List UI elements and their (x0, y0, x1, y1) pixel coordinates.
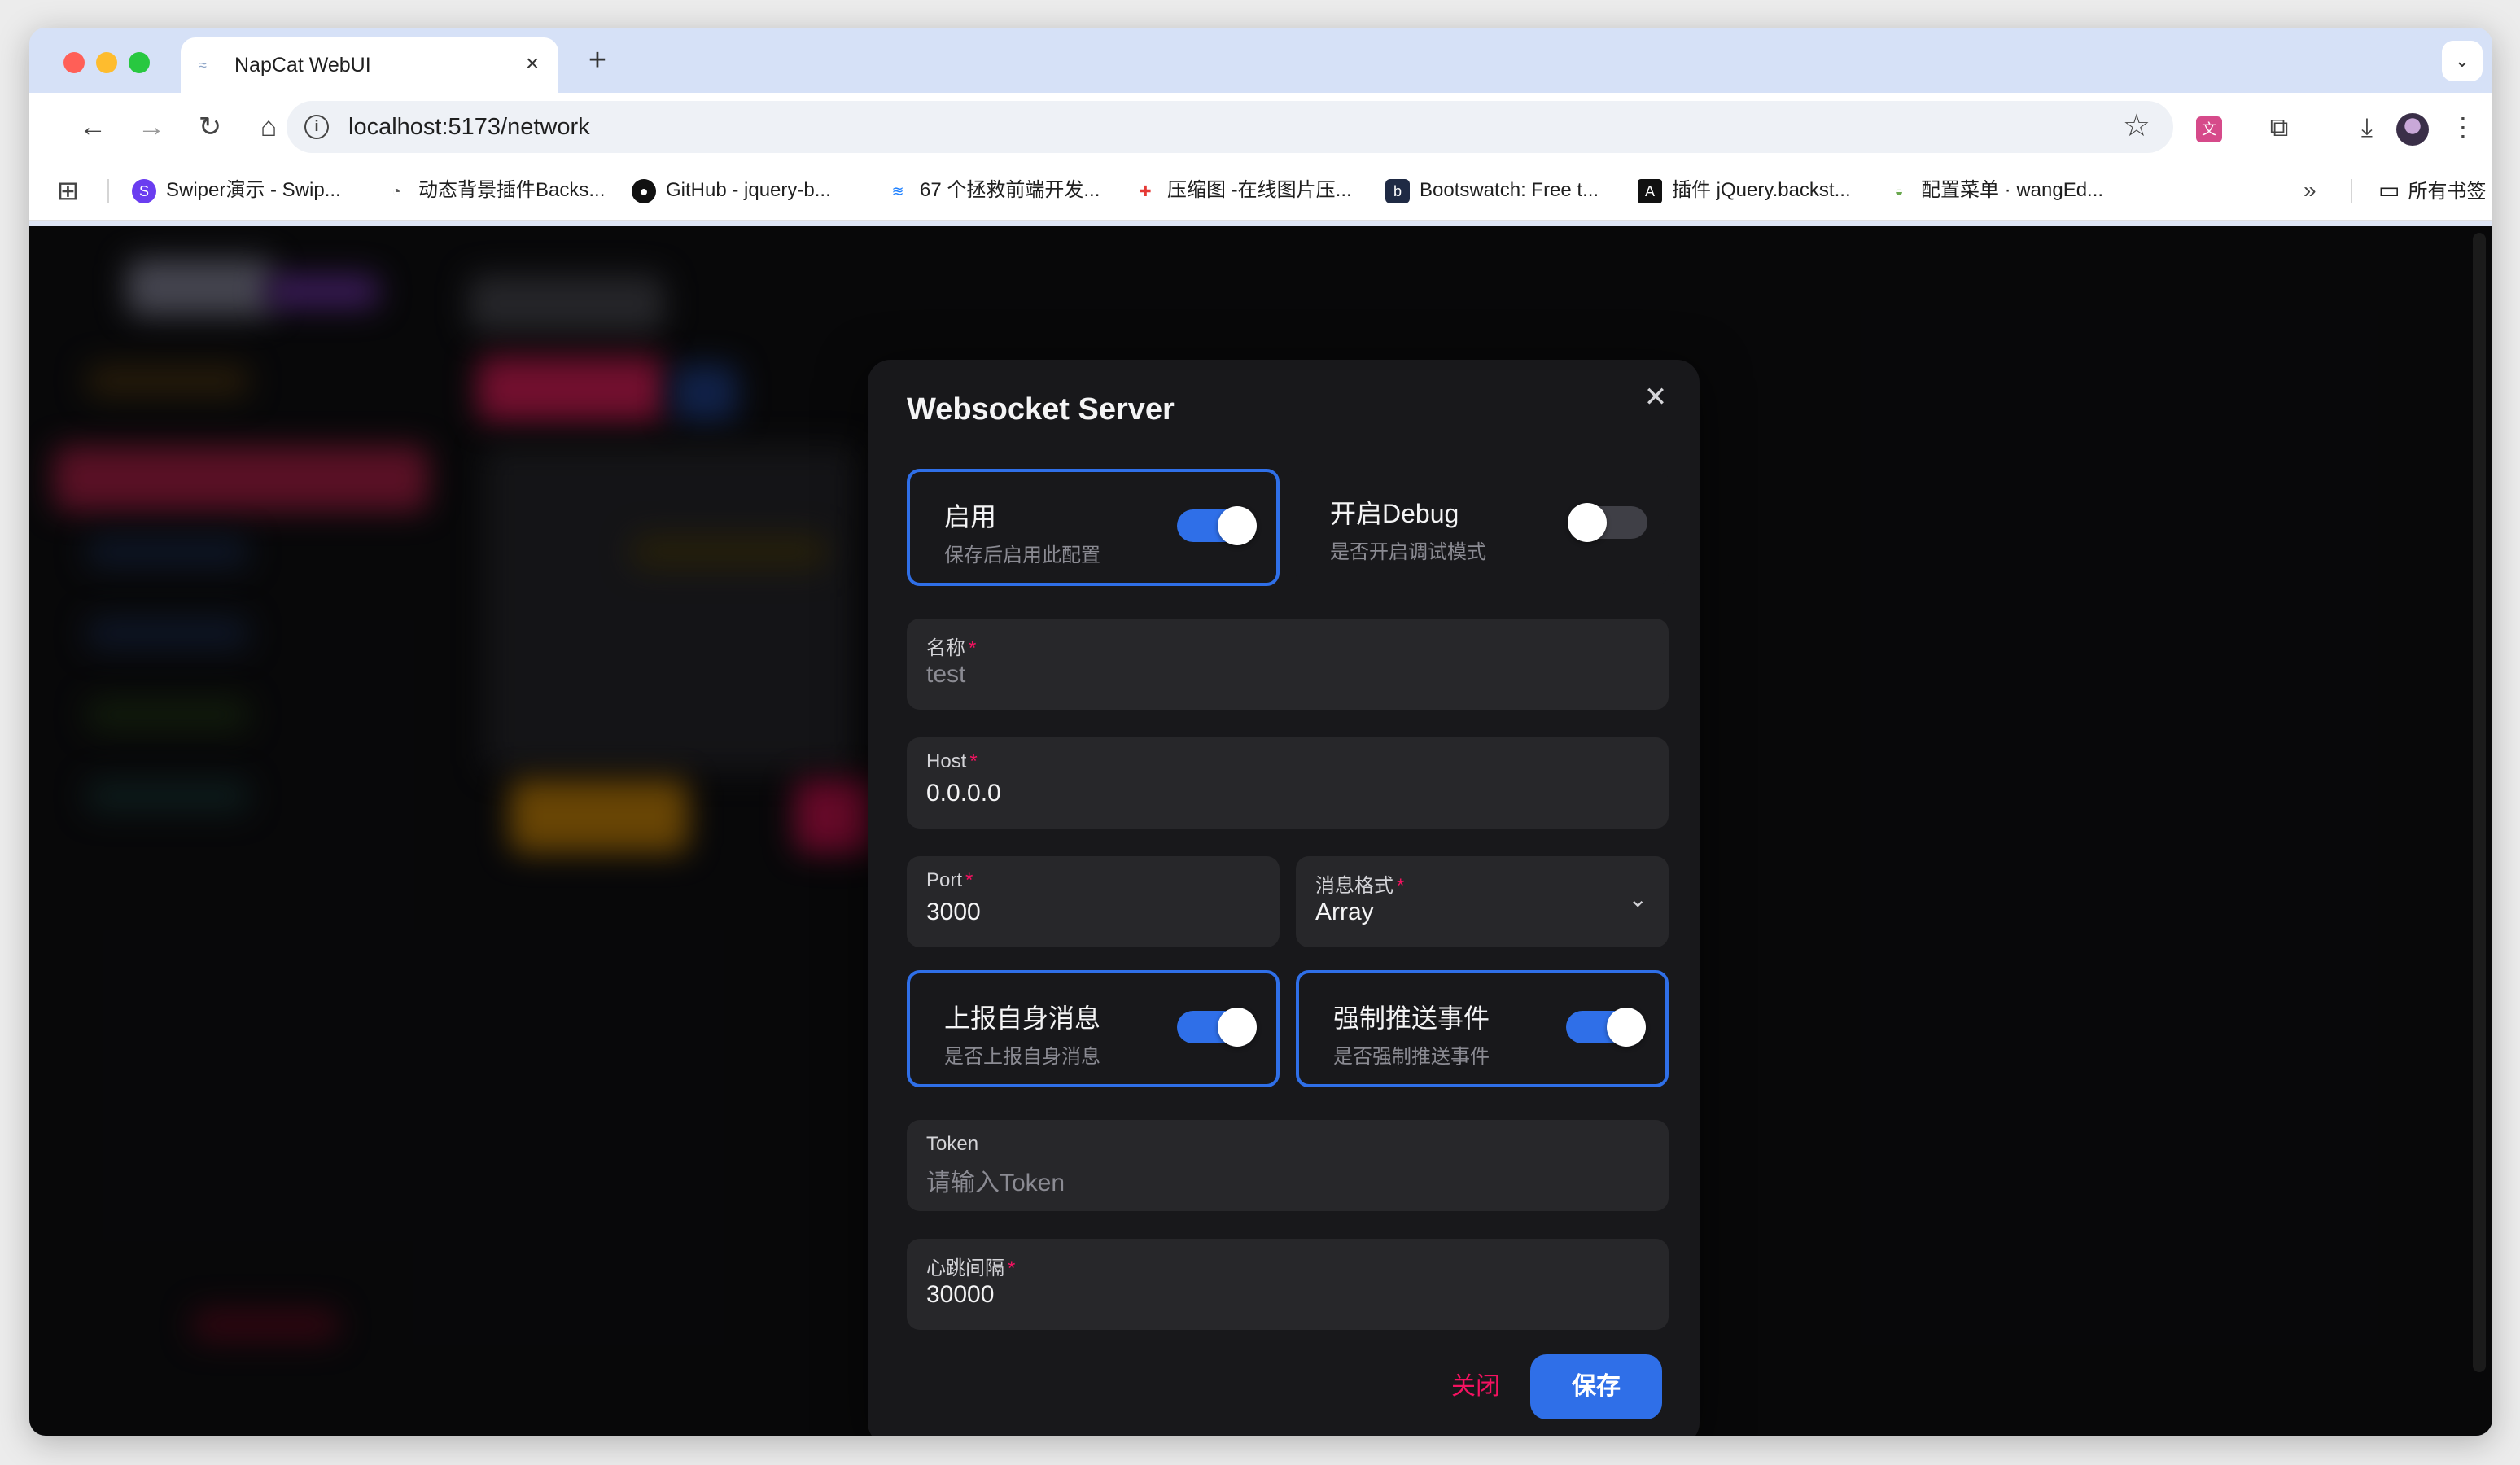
github-icon: ● (632, 178, 656, 203)
toggle-knob (1218, 506, 1257, 545)
new-tab-button[interactable]: + (580, 44, 615, 80)
close-window-button[interactable] (63, 52, 85, 73)
bookmark-item[interactable]: b Bootswatch: Free t... (1385, 176, 1599, 205)
modal-title: Websocket Server (907, 392, 1175, 426)
name-label: 名称 * (926, 637, 977, 659)
name-field[interactable]: 名称 * test (907, 619, 1669, 710)
enable-title: 启用 (944, 502, 997, 531)
browser-toolbar: ← → ↻ ⌂ i localhost:5173/network ☆ 文 ⧉ ⤓… (29, 93, 2492, 161)
juejin-icon: ≋ (886, 178, 910, 203)
bookmark-separator (2351, 179, 2352, 203)
a-icon: A (1638, 178, 1662, 203)
apps-grid-icon[interactable]: ⊞ (57, 176, 90, 205)
message-format-label: 消息格式 * (1315, 875, 1405, 897)
host-label: Host * (926, 750, 978, 772)
debug-title: 开启Debug (1330, 499, 1459, 528)
more-menu-icon[interactable]: ⋮ (2443, 107, 2483, 146)
heartbeat-field[interactable]: 心跳间隔 * 30000 (907, 1239, 1669, 1330)
close-icon[interactable]: ✕ (1636, 378, 1675, 417)
maximize-window-button[interactable] (129, 52, 150, 73)
message-format-select[interactable]: 消息格式 * Array ⌄ (1296, 856, 1669, 947)
napcat-favicon-icon: ≈ (199, 57, 207, 73)
site-info-icon[interactable]: i (304, 115, 329, 139)
browser-tab[interactable]: ≈ NapCat WebUI × (181, 37, 558, 93)
port-label: Port * (926, 869, 973, 891)
heartbeat-label: 心跳间隔 * (926, 1257, 1016, 1279)
force-push-title: 强制推送事件 (1333, 1004, 1490, 1033)
folder-icon: ▭ (2378, 177, 2400, 203)
debug-desc: 是否开启调试模式 (1330, 541, 1486, 563)
back-icon[interactable]: ← (72, 106, 114, 148)
host-field[interactable]: Host * 0.0.0.0 (907, 737, 1669, 829)
report-self-title: 上报自身消息 (944, 1004, 1101, 1033)
report-self-toggle[interactable] (1177, 1008, 1257, 1047)
message-format-value[interactable]: Array (1315, 899, 1374, 926)
bookmark-item[interactable]: ≋ 67 个拯救前端开发... (886, 176, 1100, 205)
forward-icon[interactable]: → (130, 106, 173, 148)
force-push-card[interactable]: 强制推送事件 是否强制推送事件 (1296, 970, 1669, 1087)
name-value[interactable]: test (926, 661, 965, 689)
url-text[interactable]: localhost:5173/network (348, 114, 590, 141)
close-button[interactable]: 关闭 (1421, 1354, 1530, 1419)
debug-card[interactable]: 开启Debug 是否开启调试模式 (1296, 469, 1669, 586)
toggle-knob (1568, 503, 1607, 542)
bookmark-item[interactable]: ✚ 压缩图 -在线图片压... (1133, 176, 1352, 205)
page-scrollbar[interactable] (2473, 233, 2486, 1372)
browser-window: ≈ NapCat WebUI × + ⌄ ← → ↻ ⌂ i localhost… (29, 28, 2492, 1436)
tab-title: NapCat WebUI (234, 54, 371, 77)
wangeditor-icon: ◒ (1887, 178, 1911, 203)
minimize-window-button[interactable] (96, 52, 117, 73)
toggle-knob (1218, 1008, 1257, 1047)
tab-strip: ≈ NapCat WebUI × + ⌄ (29, 28, 2492, 93)
extensions-icon[interactable]: ⧉ (2260, 107, 2299, 146)
more-bookmarks-icon[interactable]: » (2303, 176, 2317, 205)
report-self-card[interactable]: 上报自身消息 是否上报自身消息 (907, 970, 1280, 1087)
websocket-server-modal: Websocket Server ✕ 启用 保存后启用此配置 开启Debug 是… (868, 360, 1700, 1436)
bookmark-item[interactable]: ● GitHub - jquery-b... (632, 176, 831, 205)
tinyimg-icon: ✚ (1133, 178, 1157, 203)
home-icon[interactable]: ⌂ (247, 106, 290, 148)
bookmark-item[interactable]: ◒ 配置菜单 · wangEd... (1887, 176, 2103, 205)
port-value[interactable]: 3000 (926, 899, 981, 926)
enable-toggle[interactable] (1177, 506, 1257, 545)
all-bookmarks-folder[interactable]: ▭ 所有书签 (2378, 176, 2486, 205)
save-button[interactable]: 保存 (1530, 1354, 1662, 1419)
token-input[interactable]: 请输入Token (926, 1162, 1065, 1198)
chrome-icon: ◔ (384, 178, 409, 203)
bookmark-item[interactable]: S Swiper演示 - Swip... (132, 176, 341, 205)
enable-desc: 保存后启用此配置 (944, 544, 1100, 566)
bookmark-item[interactable]: ◔ 动态背景插件Backs... (384, 176, 605, 205)
swiper-icon: S (132, 178, 156, 203)
chevron-down-icon[interactable]: ⌄ (1629, 886, 1647, 912)
tab-close-icon[interactable]: × (519, 50, 545, 77)
translate-extension-icon[interactable]: 文 (2190, 107, 2229, 146)
enable-card[interactable]: 启用 保存后启用此配置 (907, 469, 1280, 586)
address-bar[interactable]: i localhost:5173/network ☆ (287, 101, 2173, 153)
port-field[interactable]: Port * 3000 (907, 856, 1280, 947)
bootswatch-icon: b (1385, 178, 1410, 203)
bookmark-item[interactable]: A 插件 jQuery.backst... (1638, 176, 1851, 205)
profile-avatar[interactable] (2393, 107, 2432, 146)
debug-toggle[interactable] (1568, 503, 1647, 542)
report-self-desc: 是否上报自身消息 (944, 1046, 1100, 1068)
token-label: Token (926, 1133, 979, 1155)
tab-search-button[interactable]: ⌄ (2442, 41, 2483, 81)
bookmarks-bar: ⊞ S Swiper演示 - Swip... ◔ 动态背景插件Backs... ● G… (29, 161, 2492, 221)
force-push-toggle[interactable] (1566, 1008, 1646, 1047)
host-value[interactable]: 0.0.0.0 (926, 780, 1001, 807)
bookmark-separator (107, 179, 109, 203)
force-push-desc: 是否强制推送事件 (1333, 1046, 1490, 1068)
download-icon[interactable]: ⤓ (2347, 107, 2387, 146)
token-field[interactable]: Token 请输入Token (907, 1120, 1669, 1211)
reload-icon[interactable]: ↻ (189, 106, 231, 148)
heartbeat-value[interactable]: 30000 (926, 1281, 994, 1309)
bookmark-star-icon[interactable]: ☆ (2123, 107, 2150, 144)
toggle-knob (1607, 1008, 1646, 1047)
